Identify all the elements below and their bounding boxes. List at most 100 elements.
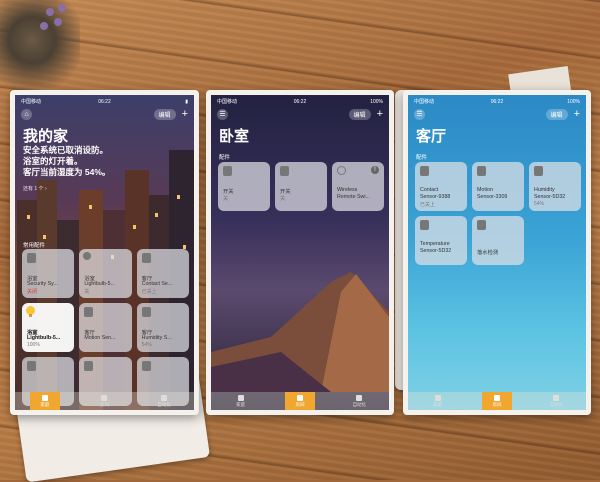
accessory-tile-temperature-sensor[interactable]: Temperature Sensor-5D32 (415, 216, 467, 265)
accessory-tile-humidity-sensor[interactable]: Humidity Sensor-5D32 54% (529, 162, 581, 211)
contact-sensor-icon (141, 253, 151, 263)
tab-label: 房间 (295, 401, 305, 407)
tab-label: 自动化 (352, 401, 367, 407)
more-status-link[interactable]: 还有 1 个 › (23, 185, 47, 192)
nav-bar: ☰ 编辑 + (217, 107, 383, 121)
tab-rooms[interactable]: 房间 (89, 392, 119, 410)
tile-name: Lightbulb-5... (84, 281, 115, 287)
accessory-tile-contact-sensor[interactable]: Contact Sensor-9388 已关上 (415, 162, 467, 211)
phone-bedroom-screen: 中国移动 06:22 100% ☰ 编辑 + 卧室 配件 开关 关 开关 关 !… (206, 90, 394, 415)
tab-label: 自动化 (549, 401, 564, 407)
accessory-icon (141, 361, 151, 371)
accessory-tile-lightbulb[interactable]: 浴室 Lightbulb-5... 关 (79, 249, 132, 298)
list-icon[interactable]: ☰ (414, 108, 425, 120)
tile-name: Humidity (534, 187, 555, 193)
remote-switch-icon (337, 166, 346, 175)
list-icon[interactable]: ☰ (217, 108, 228, 120)
accessories-grid: Contact Sensor-9388 已关上 Motion Sensor-33… (415, 162, 581, 265)
home-location-icon[interactable]: ⌂ (21, 108, 32, 120)
tile-state: 100% (27, 342, 40, 348)
section-header: 配件 (416, 155, 428, 161)
tab-automation[interactable]: 自动化 (344, 392, 374, 410)
page-title: 客厅 (416, 128, 447, 145)
humidity-sensor-icon (141, 307, 151, 317)
home-icon (41, 394, 48, 401)
tab-automation[interactable]: 自动化 (149, 392, 179, 410)
nav-bar: ⌂ 编辑 + (21, 107, 188, 121)
tab-label: 房间 (492, 401, 502, 407)
tile-name: Temperature (420, 241, 450, 247)
rooms-icon (493, 394, 500, 401)
clock: 06:22 (98, 98, 111, 105)
home-status-summary: 安全系统已取消设防。 浴室的灯开着。 客厅当前湿度为 54%。 (23, 145, 163, 178)
phone-home-screen: 中国移动 06:22 ▮ ⌂ 编辑 + 我的家 安全系统已取消设防。 浴室的灯开… (10, 90, 199, 415)
rooms-icon (101, 394, 108, 401)
security-status: 安全系统已取消设防。 (23, 145, 109, 155)
tab-rooms[interactable]: 房间 (481, 392, 512, 410)
home-icon (237, 394, 244, 401)
light-status: 浴室的灯开着。 (23, 156, 83, 166)
tab-bar: 家庭 房间 自动化 (408, 392, 586, 410)
security-icon (27, 253, 36, 263)
accessory-tile-contact-sensor[interactable]: 客厅 Contact Se... 已关上 (136, 249, 189, 298)
tile-state: 关 (280, 196, 286, 202)
status-bar: 中国移动 06:22 ▮ (15, 97, 194, 106)
accessory-tile-leak-detector[interactable]: 落水检测 (472, 216, 524, 265)
tab-label: 家庭 (433, 401, 443, 407)
motion-sensor-icon (477, 166, 486, 176)
accessory-tile-switch[interactable]: 开关 关 (218, 162, 270, 211)
home-icon (434, 394, 441, 401)
tile-state: 关 (84, 289, 90, 295)
tab-label: 家庭 (40, 401, 50, 407)
add-button[interactable]: + (574, 109, 580, 120)
edit-button[interactable]: 编辑 (348, 108, 371, 120)
tile-name: Contact Se... (141, 281, 173, 287)
tab-label: 房间 (99, 401, 109, 407)
tile-state: 已关上 (420, 202, 436, 208)
accessory-tile-humidity-sensor[interactable]: 客厅 Humidity S... 54% (136, 303, 189, 352)
automation-icon (553, 394, 560, 401)
alert-icon: ! (371, 166, 379, 174)
accessory-tile-wireless-remote[interactable]: ! Wireless Remote Swi... (332, 162, 384, 211)
accessory-icon (84, 361, 94, 371)
accessory-tile-motion-sensor[interactable]: 客厅 Motion Sen... (79, 303, 132, 352)
edit-button[interactable]: 编辑 (545, 108, 568, 120)
tile-state: 关 (223, 196, 229, 202)
tile-state: 54% (141, 342, 152, 348)
accessory-icon (27, 361, 36, 371)
tile-name: Humidity S... (141, 335, 172, 341)
tile-name-line2: Sensor-3309 (477, 194, 508, 200)
tab-label: 家庭 (236, 401, 246, 407)
tab-rooms[interactable]: 房间 (284, 392, 315, 410)
switch-icon (223, 166, 232, 176)
accessory-tile-switch[interactable]: 开关 关 (275, 162, 327, 211)
tab-home[interactable]: 家庭 (29, 392, 60, 410)
tile-name: Security Sy... (27, 281, 58, 287)
edit-button[interactable]: 编辑 (153, 108, 176, 120)
switch-icon (280, 166, 289, 176)
tile-state: 54% (534, 201, 545, 207)
tab-home[interactable]: 家庭 (423, 392, 453, 410)
automation-icon (356, 394, 363, 401)
motion-sensor-icon (84, 307, 94, 317)
temperature-sensor-icon (420, 220, 429, 230)
add-button[interactable]: + (182, 109, 188, 120)
tile-name-line2: Sensor-5D32 (420, 248, 452, 254)
tile-name: Wireless (337, 187, 358, 193)
phone-living-room-screen: 中国移动 06:22 100% ☰ 编辑 + 客厅 配件 Contact Sen… (403, 90, 591, 415)
accessory-tile-security[interactable]: 浴室 Security Sy... 关闭 (22, 249, 75, 298)
accessory-tile-lightbulb-on[interactable]: 浴室 Lightbulb-5... 100% (22, 303, 75, 352)
section-header: 配件 (219, 155, 231, 161)
tile-name: Lightbulb-5... (27, 335, 61, 341)
tile-name: Motion Sen... (84, 335, 116, 341)
add-button[interactable]: + (377, 109, 383, 120)
accessory-tile-motion-sensor[interactable]: Motion Sensor-3309 (472, 162, 524, 211)
tab-automation[interactable]: 自动化 (541, 392, 571, 410)
tab-home[interactable]: 家庭 (226, 392, 256, 410)
humidity-sensor-icon (534, 166, 543, 176)
humidity-status: 客厅当前湿度为 54%。 (23, 167, 111, 177)
status-bar: 中国移动 06:22 100% (408, 97, 586, 106)
tab-label: 自动化 (157, 401, 171, 407)
tile-name: 落水检测 (477, 250, 499, 256)
tile-name-line2: Remote Swi... (337, 194, 370, 200)
